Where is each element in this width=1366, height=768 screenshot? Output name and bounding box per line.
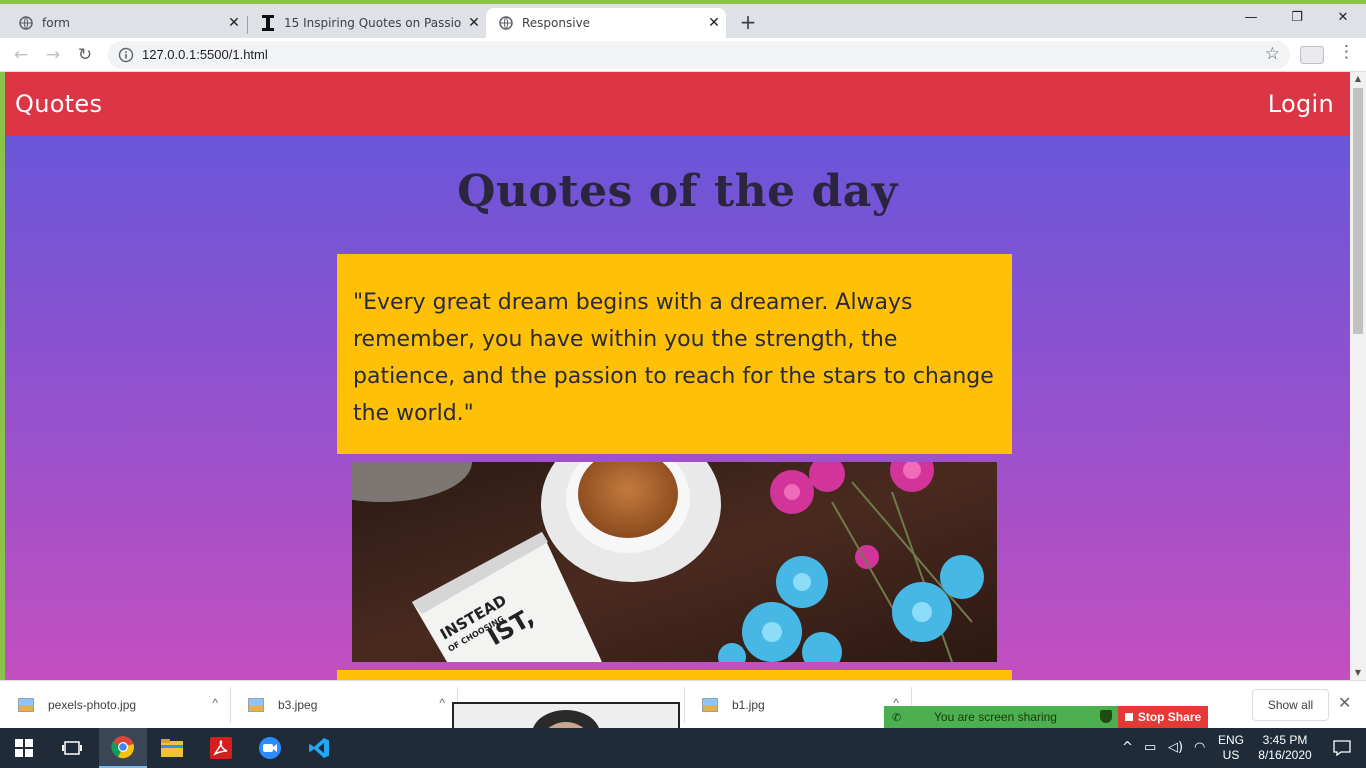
download-item[interactable]: b1.jpg ^ bbox=[684, 681, 911, 729]
download-filename: pexels-photo.jpg bbox=[48, 698, 137, 712]
quote-photo: INSTEAD OF CHOOSING IST, bbox=[352, 462, 997, 662]
globe-icon bbox=[18, 15, 34, 31]
extension-icon[interactable] bbox=[1300, 46, 1324, 64]
download-filename: b3.jpeg bbox=[278, 698, 318, 712]
stop-share-label: Stop Share bbox=[1137, 710, 1202, 724]
minimize-button[interactable]: — bbox=[1228, 4, 1274, 34]
scroll-down-arrow-icon[interactable]: ▼ bbox=[1350, 666, 1366, 680]
next-quote-card bbox=[337, 670, 1012, 680]
browser-menu-icon[interactable]: ⋮ bbox=[1338, 42, 1355, 62]
login-link[interactable]: Login bbox=[1268, 90, 1334, 118]
tab-title: form bbox=[42, 16, 70, 30]
phone-icon: ✆ bbox=[892, 711, 902, 724]
stop-share-button[interactable]: Stop Share bbox=[1118, 706, 1208, 728]
zoom-icon[interactable] bbox=[246, 728, 294, 768]
close-tab-icon[interactable]: ✕ bbox=[462, 15, 486, 31]
back-button[interactable]: ← bbox=[8, 42, 34, 68]
globe-icon bbox=[498, 15, 514, 31]
region-code: US bbox=[1222, 748, 1240, 762]
download-filename: b1.jpg bbox=[732, 698, 765, 712]
download-item[interactable]: pexels-photo.jpg ^ bbox=[0, 681, 230, 729]
windows-start-icon[interactable] bbox=[0, 728, 48, 768]
sharing-status[interactable]: ✆ You are screen sharing bbox=[884, 706, 1118, 728]
clock-date: 8/16/2020 bbox=[1258, 748, 1312, 762]
address-bar[interactable]: 127.0.0.1:5500/1.html ☆ bbox=[108, 41, 1290, 69]
wifi-icon[interactable]: ◠ bbox=[1194, 740, 1205, 755]
page-scrollbar[interactable]: ▲ ▼ bbox=[1350, 72, 1366, 680]
chrome-icon[interactable] bbox=[99, 728, 147, 768]
site-logo-icon bbox=[260, 15, 276, 31]
browser-toolbar: ← → ↻ 127.0.0.1:5500/1.html ☆ ⋮ bbox=[0, 38, 1366, 72]
image-file-icon bbox=[248, 698, 264, 712]
clock[interactable]: 3:45 PM 8/16/2020 bbox=[1256, 728, 1314, 768]
input-language[interactable]: ENG US bbox=[1218, 728, 1244, 768]
close-tab-icon[interactable]: ✕ bbox=[702, 15, 726, 31]
close-window-button[interactable]: ✕ bbox=[1320, 4, 1366, 34]
battery-icon[interactable]: ▭ bbox=[1144, 740, 1156, 755]
sharing-label: You are screen sharing bbox=[934, 710, 1057, 724]
tab-title: 15 Inspiring Quotes on Passion ( bbox=[284, 16, 462, 30]
close-tab-icon[interactable]: ✕ bbox=[222, 15, 246, 31]
reload-button[interactable]: ↻ bbox=[72, 42, 98, 68]
page-title: Quotes of the day bbox=[457, 166, 898, 217]
tab-strip: form ✕ 15 Inspiring Quotes on Passion ( … bbox=[0, 0, 1366, 38]
scroll-up-arrow-icon[interactable]: ▲ bbox=[1350, 72, 1366, 86]
close-downloads-icon[interactable]: ✕ bbox=[1338, 693, 1351, 712]
quote-card: "Every great dream begins with a dreamer… bbox=[337, 254, 1012, 454]
notifications-icon[interactable] bbox=[1318, 728, 1366, 768]
image-file-icon bbox=[18, 698, 34, 712]
tab-form[interactable]: form ✕ bbox=[0, 8, 246, 38]
quote-text: "Every great dream begins with a dreamer… bbox=[353, 290, 994, 426]
scroll-thumb[interactable] bbox=[1353, 88, 1363, 334]
download-item[interactable]: b3.jpeg ^ bbox=[230, 681, 457, 729]
tab-responsive[interactable]: Responsive ✕ bbox=[486, 8, 726, 38]
screen-share-bar: ✆ You are screen sharing Stop Share bbox=[884, 706, 1208, 728]
chevron-up-icon[interactable]: ^ bbox=[439, 696, 445, 710]
url-text[interactable]: 127.0.0.1:5500/1.html bbox=[142, 47, 268, 62]
shield-icon bbox=[1100, 710, 1112, 723]
bookmark-star-icon[interactable]: ☆ bbox=[1265, 44, 1280, 64]
info-icon[interactable] bbox=[118, 47, 134, 63]
new-tab-button[interactable]: + bbox=[736, 10, 760, 34]
show-all-button[interactable]: Show all bbox=[1252, 689, 1329, 721]
stop-icon bbox=[1124, 713, 1133, 721]
tab-quotes-passion[interactable]: 15 Inspiring Quotes on Passion ( ✕ bbox=[248, 8, 486, 38]
coffee-book-flowers-image: INSTEAD OF CHOOSING IST, bbox=[352, 462, 997, 662]
webcam-thumbnail bbox=[454, 704, 678, 728]
brand-link[interactable]: Quotes bbox=[15, 90, 102, 118]
video-preview[interactable] bbox=[452, 702, 680, 728]
forward-button[interactable]: → bbox=[40, 42, 66, 68]
volume-icon[interactable]: ◁) bbox=[1168, 740, 1183, 755]
clock-time: 3:45 PM bbox=[1262, 733, 1308, 747]
acrobat-icon[interactable] bbox=[197, 728, 245, 768]
tab-title: Responsive bbox=[522, 16, 591, 30]
page-viewport: Quotes Login Quotes of the day "Every gr… bbox=[5, 72, 1350, 680]
restore-button[interactable]: ❐ bbox=[1274, 4, 1320, 34]
vscode-icon[interactable] bbox=[295, 728, 343, 768]
site-navbar: Quotes Login bbox=[5, 72, 1350, 136]
language-code: ENG bbox=[1218, 733, 1245, 747]
chevron-up-icon[interactable]: ^ bbox=[1122, 740, 1133, 755]
chevron-up-icon[interactable]: ^ bbox=[212, 696, 218, 710]
file-explorer-icon[interactable] bbox=[148, 728, 196, 768]
windows-taskbar: ^ ▭ ◁) ◠ ENG US 3:45 PM 8/16/2020 bbox=[0, 728, 1366, 768]
image-file-icon bbox=[702, 698, 718, 712]
task-view-icon[interactable] bbox=[48, 728, 96, 768]
